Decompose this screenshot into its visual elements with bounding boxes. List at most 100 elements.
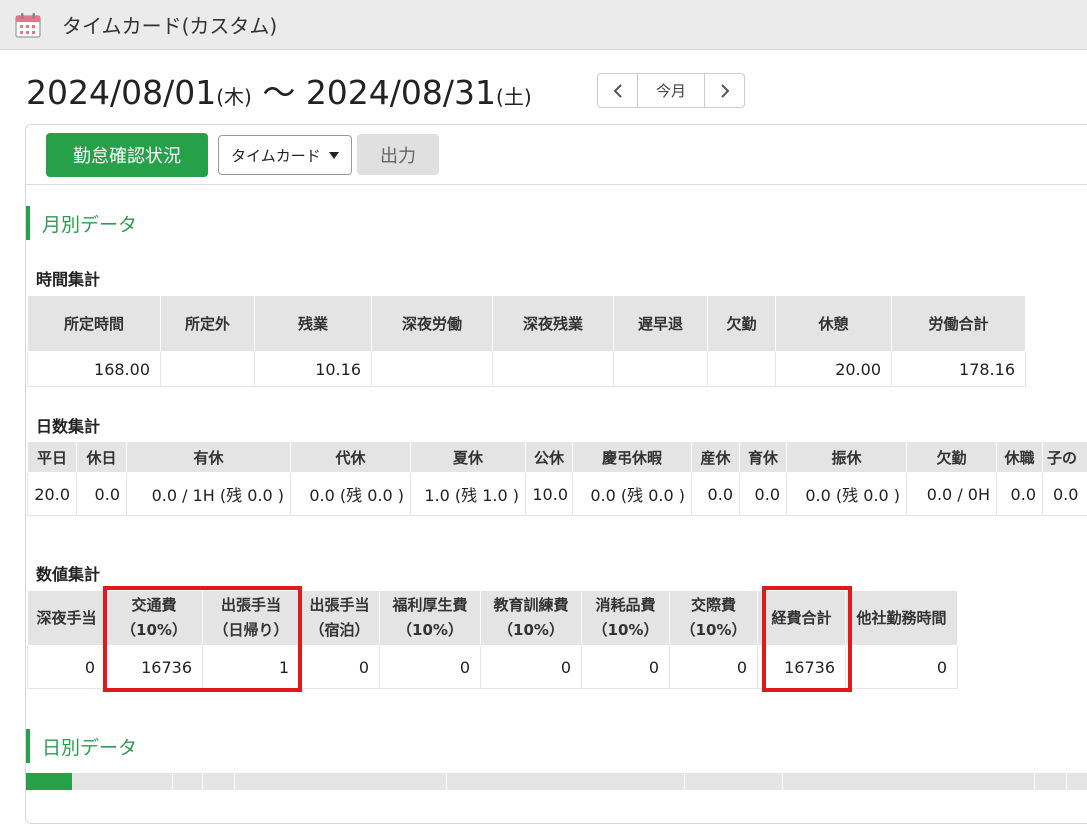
days-header-row: 平日 休日 有休 代休 夏休 公休 慶弔休暇 産休 育休 振休 欠勤 休職 子の (28, 442, 1087, 473)
range-end-dow: (土) (496, 85, 532, 109)
export-button[interactable]: 出力 (357, 134, 439, 175)
col-header: 公休 (526, 442, 573, 473)
highlight-box-transport (103, 586, 302, 692)
table-cell: 0 (380, 646, 481, 689)
table-cell (372, 352, 493, 387)
table-cell: 0.0 (1043, 473, 1087, 516)
time-header-row: 所定時間 所定外 残業 深夜労働 深夜残業 遅早退 欠勤 休憩 労働合計 (28, 296, 1026, 352)
table-cell: 178.16 (892, 352, 1026, 387)
col-header-line1: 交際費 (691, 596, 736, 614)
time-value-row: 168.00 10.16 20.00 178.16 (28, 352, 1026, 387)
table-cell: 10.16 (255, 352, 372, 387)
daily-table-header (26, 773, 1087, 790)
view-select[interactable]: タイムカード (218, 135, 352, 175)
col-header: 所定外 (161, 296, 255, 352)
range-separator: 〜 (262, 73, 295, 112)
col-header: 慶弔休暇 (573, 442, 692, 473)
col-header-line2: （10%） (681, 621, 747, 639)
col-header: 交際費 （10%） (670, 591, 758, 646)
table-cell: 0 (846, 646, 958, 689)
table-cell: 0 (582, 646, 670, 689)
monthly-heading: 月別データ (26, 206, 137, 240)
current-month-button[interactable]: 今月 (638, 74, 704, 107)
col-header: 深夜手当 (28, 591, 106, 646)
table-cell: 0.0 (残 0.0 ) (291, 473, 411, 516)
table-cell: 0.0 (残 0.0 ) (787, 473, 907, 516)
column-divider (1066, 773, 1067, 790)
col-header-line1: 出張手当 (309, 596, 369, 614)
prev-month-button[interactable] (598, 74, 638, 107)
calendar-icon (14, 11, 42, 39)
days-value-row: 20.0 0.0 0.0 / 1H (残 0.0 ) 0.0 (残 0.0 ) … (28, 473, 1087, 516)
day-totals-title: 日数集計 (36, 413, 100, 437)
daily-table-accent (26, 773, 72, 790)
column-divider (202, 773, 203, 790)
col-header: 有休 (127, 442, 291, 473)
col-header: 休憩 (776, 296, 892, 352)
col-header: 休職 (997, 442, 1043, 473)
col-header: 教育訓練費 （10%） (481, 591, 582, 646)
range-end: 2024/08/31 (306, 73, 496, 112)
table-cell: 0.0 (残 0.0 ) (573, 473, 692, 516)
column-divider (172, 773, 173, 790)
column-divider (684, 773, 685, 790)
daily-heading: 日別データ (26, 729, 137, 763)
range-start-dow: (木) (216, 85, 252, 109)
table-cell (493, 352, 614, 387)
col-header-line1: 他社勤務時間 (856, 609, 946, 627)
month-nav: 今月 (597, 73, 745, 108)
col-header: 欠勤 (907, 442, 997, 473)
date-range: 2024/08/01(木) 〜 2024/08/31(土) (26, 66, 532, 114)
day-totals-table: 平日 休日 有休 代休 夏休 公休 慶弔休暇 産休 育休 振休 欠勤 休職 子の… (27, 441, 1087, 516)
column-divider (446, 773, 447, 790)
time-totals-title: 時間集計 (36, 266, 100, 290)
time-totals-table: 所定時間 所定外 残業 深夜労働 深夜残業 遅早退 欠勤 休憩 労働合計 168… (27, 295, 1026, 387)
table-cell: 20.0 (28, 473, 77, 516)
col-header: 出張手当（宿泊） (300, 591, 380, 646)
col-header-line1: 消耗品費 (595, 596, 655, 614)
toolbar-divider (26, 184, 1087, 185)
table-cell (614, 352, 708, 387)
attendance-status-button[interactable]: 勤怠確認状況 (46, 133, 208, 177)
title-bar: タイムカード(カスタム) (0, 0, 1087, 50)
col-header: 休日 (77, 442, 127, 473)
col-header: 育休 (740, 442, 787, 473)
column-divider (234, 773, 235, 790)
numeric-totals-title: 数値集計 (36, 561, 100, 585)
next-month-button[interactable] (704, 74, 744, 107)
table-cell: 0 (300, 646, 380, 689)
view-select-value: タイムカード (231, 145, 321, 166)
col-header: 残業 (255, 296, 372, 352)
table-cell: 0.0 (740, 473, 787, 516)
col-header: 遅早退 (614, 296, 708, 352)
col-header: 福利厚生費（10%） (380, 591, 481, 646)
col-header-line1: 教育訓練費 (493, 596, 568, 614)
col-header: 深夜労働 (372, 296, 493, 352)
chevron-right-icon (719, 83, 731, 99)
col-header: 代休 (291, 442, 411, 473)
column-divider (1034, 773, 1035, 790)
col-header: 振休 (787, 442, 907, 473)
col-header: 夏休 (411, 442, 526, 473)
table-cell (708, 352, 776, 387)
col-header: 労働合計 (892, 296, 1026, 352)
col-header-line1: 深夜手当 (36, 609, 96, 627)
table-cell: 0 (670, 646, 758, 689)
table-cell: 0 (28, 646, 106, 689)
col-header: 産休 (692, 442, 740, 473)
table-cell: 168.00 (28, 352, 161, 387)
col-header-line1: 福利厚生費 (392, 596, 467, 614)
col-header: 他社勤務時間 (846, 591, 958, 646)
column-divider (782, 773, 783, 790)
table-cell: 0.0 (997, 473, 1043, 516)
table-cell: 0.0 / 0H (907, 473, 997, 516)
table-cell: 10.0 (526, 473, 573, 516)
col-header: 欠勤 (708, 296, 776, 352)
range-start: 2024/08/01 (26, 73, 216, 112)
col-header-line2: （10%） (498, 621, 564, 639)
table-cell: 0.0 / 1H (残 0.0 ) (127, 473, 291, 516)
caret-down-icon (329, 152, 339, 159)
table-cell: 0.0 (77, 473, 127, 516)
table-cell: 0 (481, 646, 582, 689)
table-cell: 20.00 (776, 352, 892, 387)
